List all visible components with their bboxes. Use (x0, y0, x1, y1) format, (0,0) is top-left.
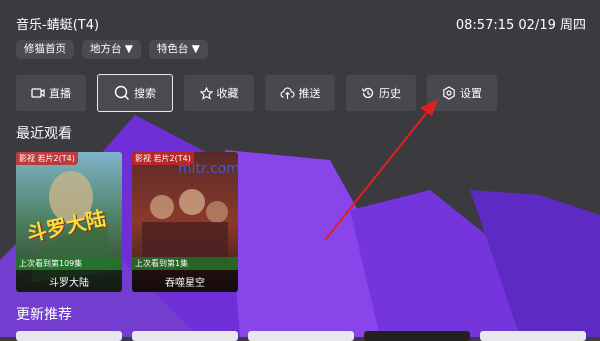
annotation-arrow (324, 99, 438, 241)
